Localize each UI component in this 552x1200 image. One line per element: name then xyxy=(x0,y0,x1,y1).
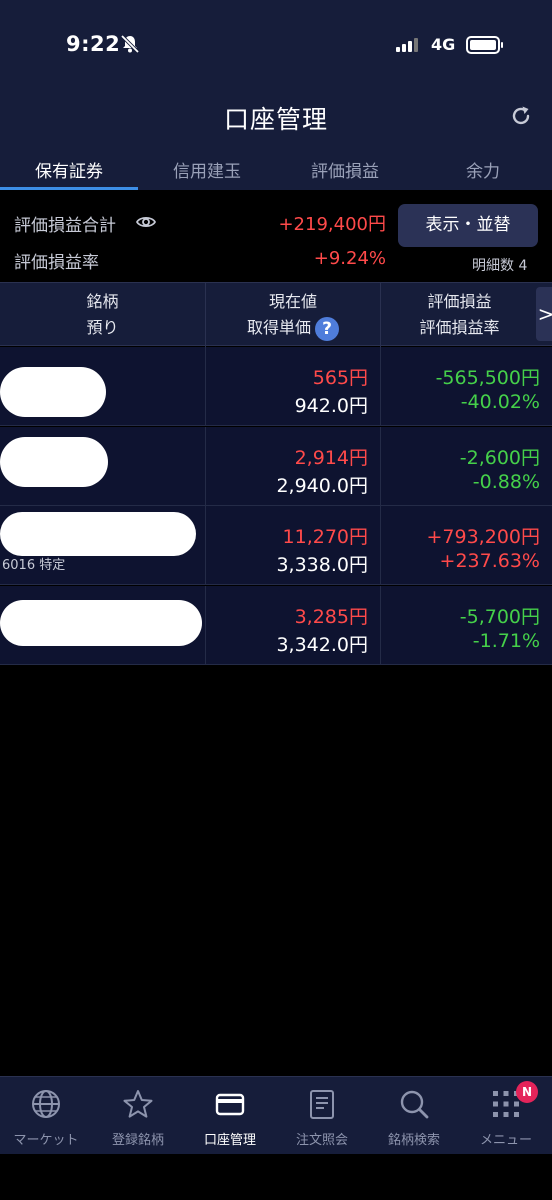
price-cell: 3,285円 3,342.0円 xyxy=(205,586,380,665)
pl-cell: +793,200円 +237.63% xyxy=(380,506,552,585)
nav-label: メニュー xyxy=(479,1133,532,1148)
help-icon[interactable]: ? xyxy=(315,316,339,341)
document-icon xyxy=(310,1090,334,1119)
signal-icon xyxy=(396,38,418,52)
table-row[interactable]: 3,285円 3,342.0円 -5,700円 -1.71% xyxy=(0,586,552,665)
refresh-icon[interactable] xyxy=(509,104,533,128)
current-price: 565円 xyxy=(312,367,368,389)
header-price[interactable]: 現在値 取得単価? xyxy=(205,283,380,347)
nav-label: 銘柄検索 xyxy=(387,1133,440,1148)
page-title: 口座管理 xyxy=(223,105,328,134)
next-columns-arrow[interactable]: > xyxy=(536,287,552,341)
nav-search[interactable]: 銘柄検索 xyxy=(368,1077,460,1155)
header-custody: 預り xyxy=(86,318,119,337)
current-price: 2,914円 xyxy=(294,447,368,469)
bottom-nav: マーケット 登録銘柄 口座管理 注文照会 銘柄検索 メニュー xyxy=(0,1076,552,1154)
cost-price: 942.0円 xyxy=(294,395,368,417)
table-row[interactable]: 6016 特定 11,270円 3,338.0円 +793,200円 +237.… xyxy=(0,506,552,585)
detail-count-label: 明細数 xyxy=(472,258,514,274)
pl-rate-value: +9.24% xyxy=(313,248,386,269)
current-price: 3,285円 xyxy=(294,606,368,628)
nav-watchlist[interactable]: 登録銘柄 xyxy=(92,1077,184,1155)
pl-amount: -2,600円 xyxy=(459,447,540,469)
card-icon xyxy=(215,1093,245,1116)
cost-price: 3,338.0円 xyxy=(276,554,368,576)
header-pl[interactable]: 評価損益 評価損益率 xyxy=(380,283,538,347)
battery-icon xyxy=(466,36,503,54)
cost-price: 3,342.0円 xyxy=(276,634,368,656)
detail-count: 明細数 4 xyxy=(472,255,527,275)
pl-rate: -40.02% xyxy=(460,391,540,413)
pl-rate: -1.71% xyxy=(472,630,540,652)
pl-rate-label: 評価損益率 xyxy=(14,253,99,273)
tab-margin-positions[interactable]: 信用建玉 xyxy=(138,148,276,190)
pl-amount: -5,700円 xyxy=(459,606,540,628)
header-current-price: 現在値 xyxy=(268,292,317,311)
nav-label: マーケット xyxy=(13,1133,79,1148)
price-cell: 565円 942.0円 xyxy=(205,347,380,426)
nav-menu[interactable]: メニュー xyxy=(460,1077,552,1155)
pl-amount: +793,200円 xyxy=(426,526,541,548)
status-time: 9:22 xyxy=(66,32,121,56)
custody-snippet: 6016 特定 xyxy=(2,558,66,573)
network-label: 4G xyxy=(431,35,456,54)
star-icon xyxy=(123,1090,153,1118)
search-icon xyxy=(400,1090,429,1119)
tab-bar: 保有証券 信用建玉 評価損益 余力 xyxy=(0,148,552,190)
redacted-stock-name xyxy=(0,600,202,646)
table-header: 銘柄 預り 現在値 取得単価? 評価損益 評価損益率 xyxy=(0,282,552,347)
total-pl-value: +219,400円 xyxy=(278,214,386,235)
nav-orders[interactable]: 注文照会 xyxy=(276,1077,368,1155)
nav-label: 登録銘柄 xyxy=(111,1133,164,1148)
total-pl-label: 評価損益合計 xyxy=(14,216,116,236)
header-pl-amount: 評価損益 xyxy=(427,292,492,311)
eye-icon[interactable] xyxy=(136,214,156,230)
nav-label: 口座管理 xyxy=(203,1133,256,1148)
pl-rate: -0.88% xyxy=(472,471,540,493)
price-cell: 2,914円 2,940.0円 xyxy=(205,427,380,506)
home-indicator-area xyxy=(0,1154,552,1200)
current-price: 11,270円 xyxy=(282,526,368,548)
tab-buying-power[interactable]: 余力 xyxy=(414,148,552,190)
pl-cell: -5,700円 -1.71% xyxy=(380,586,552,665)
redacted-stock-name xyxy=(0,437,108,487)
header-stock-name: 銘柄 xyxy=(86,292,119,311)
header-stock[interactable]: 銘柄 預り xyxy=(0,283,205,347)
cost-price: 2,940.0円 xyxy=(276,475,368,497)
pl-amount: -565,500円 xyxy=(435,367,540,389)
detail-count-value: 4 xyxy=(518,258,528,274)
bell-muted-icon xyxy=(120,34,140,54)
tab-profit-loss[interactable]: 評価損益 xyxy=(276,148,414,190)
table-row[interactable]: 565円 942.0円 -565,500円 -40.02% xyxy=(0,347,552,426)
nav-market[interactable]: マーケット xyxy=(0,1077,92,1155)
table-row[interactable]: 2,914円 2,940.0円 -2,600円 -0.88% xyxy=(0,427,552,506)
globe-icon xyxy=(32,1090,60,1118)
status-bar: 9:22 4G xyxy=(0,0,552,86)
price-cell: 11,270円 3,338.0円 xyxy=(205,506,380,585)
redacted-stock-name xyxy=(0,512,196,556)
new-badge: N xyxy=(516,1081,538,1103)
pl-cell: -2,600円 -0.88% xyxy=(380,427,552,506)
header-pl-rate: 評価損益率 xyxy=(419,318,500,337)
display-sort-button[interactable]: 表示・並替 xyxy=(398,204,538,247)
tab-holdings[interactable]: 保有証券 xyxy=(0,148,138,190)
pl-rate: +237.63% xyxy=(439,550,540,572)
top-area: 9:22 4G 口座管理 保有証券 信用建玉 評価損益 余力 xyxy=(0,0,552,190)
redacted-stock-name xyxy=(0,367,106,417)
nav-label: 注文照会 xyxy=(295,1133,348,1148)
header-cost-price: 取得単価 xyxy=(246,318,311,337)
pl-cell: -565,500円 -40.02% xyxy=(380,347,552,426)
nav-account[interactable]: 口座管理 xyxy=(184,1077,276,1155)
